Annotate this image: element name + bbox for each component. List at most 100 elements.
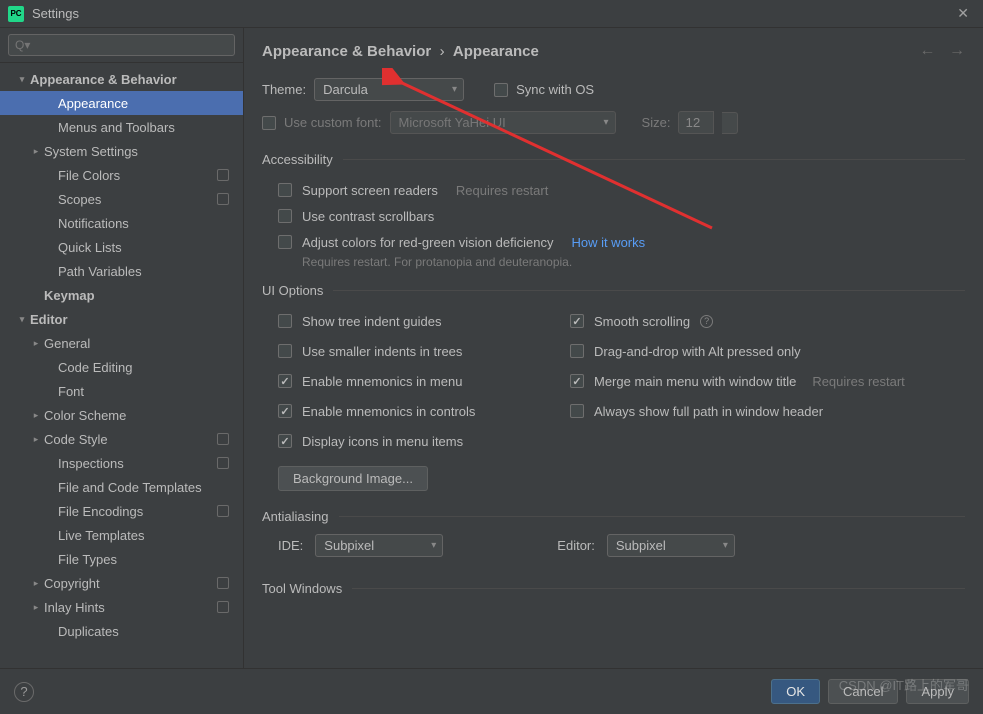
- project-badge-icon: [217, 457, 229, 469]
- tree-item-menus-and-toolbars[interactable]: ▸Menus and Toolbars: [0, 115, 243, 139]
- theme-label: Theme:: [262, 82, 306, 97]
- tree-arrow-icon[interactable]: ▸: [30, 338, 42, 349]
- tree-arrow-icon: ▸: [44, 98, 56, 109]
- tree-label: Path Variables: [56, 264, 237, 279]
- project-badge-icon: [217, 601, 229, 613]
- tree-item-file-and-code-templates[interactable]: ▸File and Code Templates: [0, 475, 243, 499]
- ui-option-checkbox[interactable]: [278, 344, 292, 358]
- tree-arrow-icon[interactable]: ▸: [30, 434, 42, 445]
- tree-item-code-style[interactable]: ▸Code Style: [0, 427, 243, 451]
- ui-option-checkbox[interactable]: [570, 344, 584, 358]
- tree-item-color-scheme[interactable]: ▸Color Scheme: [0, 403, 243, 427]
- window-title: Settings: [32, 6, 951, 21]
- tree-arrow-icon[interactable]: ▾: [16, 74, 28, 85]
- ui-option-checkbox[interactable]: [278, 314, 292, 328]
- tree-label: Duplicates: [56, 624, 237, 639]
- tree-arrow-icon[interactable]: ▸: [30, 410, 42, 421]
- tree-item-file-colors[interactable]: ▸File Colors: [0, 163, 243, 187]
- tree-label: Appearance: [56, 96, 237, 111]
- tree-item-inspections[interactable]: ▸Inspections: [0, 451, 243, 475]
- tree-arrow-icon[interactable]: ▸: [30, 602, 42, 613]
- color-deficiency-checkbox[interactable]: [278, 235, 292, 249]
- tree-item-file-types[interactable]: ▸File Types: [0, 547, 243, 571]
- tree-item-notifications[interactable]: ▸Notifications: [0, 211, 243, 235]
- tree-label: System Settings: [42, 144, 237, 159]
- ui-option-label: Use smaller indents in trees: [302, 344, 462, 359]
- ui-option-label: Enable mnemonics in controls: [302, 404, 475, 419]
- tree-item-appearance[interactable]: ▸Appearance: [0, 91, 243, 115]
- section-ui-options: UI Options: [262, 283, 965, 298]
- tree-item-keymap[interactable]: ▸Keymap: [0, 283, 243, 307]
- tree-arrow-icon: ▸: [44, 170, 56, 181]
- tree-arrow-icon: ▸: [44, 194, 56, 205]
- ui-option-checkbox[interactable]: [570, 374, 584, 388]
- screen-readers-checkbox[interactable]: [278, 183, 292, 197]
- tree-label: File and Code Templates: [56, 480, 237, 495]
- settings-tree[interactable]: ▾Appearance & Behavior▸Appearance▸Menus …: [0, 63, 243, 668]
- tree-item-scopes[interactable]: ▸Scopes: [0, 187, 243, 211]
- ui-option-checkbox[interactable]: [570, 314, 584, 328]
- tree-arrow-icon: ▸: [44, 458, 56, 469]
- tree-arrow-icon: ▸: [44, 242, 56, 253]
- tree-item-code-editing[interactable]: ▸Code Editing: [0, 355, 243, 379]
- tree-item-system-settings[interactable]: ▸System Settings: [0, 139, 243, 163]
- tree-arrow-icon: ▸: [30, 290, 42, 301]
- font-size-input[interactable]: [678, 111, 714, 134]
- contrast-scrollbars-checkbox[interactable]: [278, 209, 292, 223]
- ui-option-label: Drag-and-drop with Alt pressed only: [594, 344, 801, 359]
- section-accessibility: Accessibility: [262, 152, 965, 167]
- ui-option-checkbox[interactable]: [278, 434, 292, 448]
- tree-arrow-icon[interactable]: ▸: [30, 578, 42, 589]
- custom-font-checkbox[interactable]: [262, 116, 276, 130]
- info-icon[interactable]: ?: [700, 315, 713, 328]
- title-bar: PC Settings ✕: [0, 0, 983, 28]
- font-select[interactable]: Microsoft YaHei UI: [390, 111, 616, 134]
- project-badge-icon: [217, 169, 229, 181]
- aa-ide-select[interactable]: Subpixel: [315, 534, 443, 557]
- search-input[interactable]: [8, 34, 235, 56]
- dialog-footer: ? OK Cancel Apply: [0, 668, 983, 714]
- tree-item-editor[interactable]: ▾Editor: [0, 307, 243, 331]
- ok-button[interactable]: OK: [771, 679, 820, 704]
- tree-arrow-icon[interactable]: ▸: [30, 146, 42, 157]
- tree-arrow-icon[interactable]: ▾: [16, 314, 28, 325]
- how-it-works-link[interactable]: How it works: [571, 235, 645, 250]
- ui-option-checkbox[interactable]: [278, 374, 292, 388]
- screen-readers-label: Support screen readers: [302, 183, 438, 198]
- tree-label: Inlay Hints: [42, 600, 217, 615]
- color-deficiency-note: Requires restart. For protanopia and deu…: [262, 255, 965, 269]
- nav-back-icon[interactable]: ←: [919, 42, 935, 59]
- ui-option-checkbox[interactable]: [278, 404, 292, 418]
- font-size-stepper[interactable]: [722, 112, 738, 134]
- apply-button[interactable]: Apply: [906, 679, 969, 704]
- ui-option-label: Show tree indent guides: [302, 314, 441, 329]
- tree-item-path-variables[interactable]: ▸Path Variables: [0, 259, 243, 283]
- help-icon[interactable]: ?: [14, 682, 34, 702]
- tree-item-file-encodings[interactable]: ▸File Encodings: [0, 499, 243, 523]
- tree-label: Code Style: [42, 432, 217, 447]
- cancel-button[interactable]: Cancel: [828, 679, 898, 704]
- tree-item-quick-lists[interactable]: ▸Quick Lists: [0, 235, 243, 259]
- tree-item-appearance-behavior[interactable]: ▾Appearance & Behavior: [0, 67, 243, 91]
- background-image-button[interactable]: Background Image...: [278, 466, 428, 491]
- tree-arrow-icon: ▸: [44, 554, 56, 565]
- tree-label: Live Templates: [56, 528, 237, 543]
- aa-editor-select[interactable]: Subpixel: [607, 534, 735, 557]
- tree-label: Scopes: [56, 192, 217, 207]
- tree-item-inlay-hints[interactable]: ▸Inlay Hints: [0, 595, 243, 619]
- sync-os-checkbox[interactable]: [494, 83, 508, 97]
- tree-item-copyright[interactable]: ▸Copyright: [0, 571, 243, 595]
- tree-item-font[interactable]: ▸Font: [0, 379, 243, 403]
- tree-label: Font: [56, 384, 237, 399]
- ui-option-label: Always show full path in window header: [594, 404, 823, 419]
- tree-item-general[interactable]: ▸General: [0, 331, 243, 355]
- tree-item-live-templates[interactable]: ▸Live Templates: [0, 523, 243, 547]
- restart-hint: Requires restart: [812, 374, 904, 389]
- theme-select[interactable]: Darcula: [314, 78, 464, 101]
- aa-editor-label: Editor:: [557, 538, 595, 553]
- tree-item-duplicates[interactable]: ▸Duplicates: [0, 619, 243, 643]
- ui-option-checkbox[interactable]: [570, 404, 584, 418]
- tree-arrow-icon: ▸: [44, 266, 56, 277]
- tree-arrow-icon: ▸: [44, 482, 56, 493]
- close-icon[interactable]: ✕: [951, 5, 975, 22]
